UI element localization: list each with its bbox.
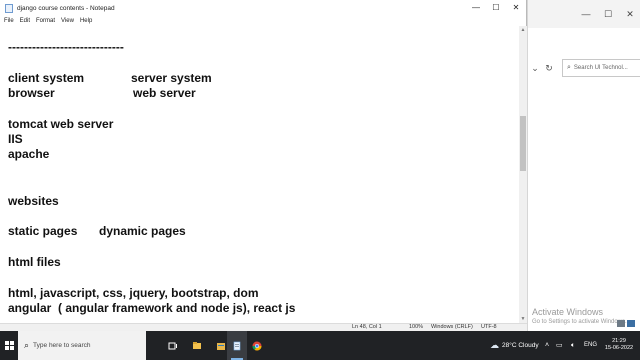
text-line-second-column: dynamic pages [99,224,186,238]
status-bar: Ln 48, Col 1 100% Windows (CRLF) UTF-8 [0,323,527,331]
notepad-icon [5,3,13,13]
notepad-titlebar[interactable]: django course contents - Notepad — ☐ ✕ [0,0,526,16]
text-line: angular ( angular framework and node js)… [8,301,295,316]
text-line-content: websites [8,194,59,208]
cloud-icon: ☁ [490,340,499,350]
encoding: UTF-8 [481,324,497,330]
volume-icon[interactable]: 🔈︎ [571,331,575,360]
menu-edit[interactable]: Edit [20,18,30,24]
cursor-position: Ln 48, Col 1 [352,324,382,330]
vertical-scrollbar[interactable]: ▲ ▼ [519,26,527,323]
text-line: apache [8,147,49,162]
view-mode-icon[interactable] [617,320,625,327]
zoom-level: 100% [409,324,424,330]
refresh-icon[interactable]: ↻ [542,63,556,74]
text-line-content: apache [8,147,50,161]
task-view-button[interactable] [163,331,183,360]
background-minimize-button[interactable]: — [575,9,597,19]
clock-date: 15-06-2022 [604,345,634,351]
text-line-content: tomcat web server [8,117,114,131]
background-search-placeholder: Search UI Technol... [573,65,628,71]
text-line: IIS [8,132,23,147]
text-line-content: browser [8,86,55,100]
maximize-button[interactable]: ☐ [486,0,506,16]
search-icon: ⌕ [567,64,571,71]
text-line: html files [8,255,61,270]
activation-watermark-title: Activate Windows [532,307,604,317]
background-browser-window: — ☐ ✕ ⌄ ↻ ⌕ Search UI Technol... Activat… [527,0,640,331]
view-mode-icon[interactable] [627,320,635,327]
notepad-window: django course contents - Notepad — ☐ ✕ F… [0,0,527,331]
weather-text: 28°C Cloudy [502,342,539,349]
minimize-button[interactable]: — [466,0,486,16]
line-ending: Windows (CRLF) [431,324,473,330]
close-button[interactable]: ✕ [506,0,526,16]
text-line-second-column: web server [133,86,196,100]
text-line-second-column: server system [131,71,212,85]
scrollbar-thumb[interactable] [520,116,526,171]
start-button[interactable] [0,331,18,360]
network-icon[interactable]: ▭ [556,331,563,360]
task-view-icon [168,342,177,349]
text-line-content: html files [8,255,61,269]
activation-watermark: Activate Windows Go to Settings to activ… [532,307,627,325]
file-explorer-icon [217,342,225,350]
text-line: client system server system [8,71,212,86]
search-icon: ⌕ [24,340,30,350]
background-window-titlebar: — ☐ ✕ [528,0,640,28]
background-toolbar: ⌄ ↻ ⌕ Search UI Technol... [528,58,640,78]
background-status-icons [617,320,635,327]
language-indicator[interactable]: ENG [584,331,597,360]
windows-logo-icon [4,341,14,350]
text-line: browser web server [8,86,196,101]
background-close-button[interactable]: ✕ [619,9,640,20]
text-line: websites [8,194,59,209]
taskbar-app-notepad[interactable] [227,331,247,360]
menu-view[interactable]: View [61,18,74,24]
activation-watermark-subtitle: Go to Settings to activate Windows. [532,319,627,325]
taskbar-search-placeholder: Type here to search [33,342,91,349]
taskbar-app-files[interactable] [187,331,207,360]
taskbar: ⌕ Type here to search ☁ 28°C Cloudy ˄ ▭ … [0,331,640,360]
taskbar-app-chrome[interactable] [247,331,267,360]
folder-icon [193,341,201,349]
clock-time: 21:29 [612,338,626,344]
dropdown-chevron-icon[interactable]: ⌄ [528,63,542,74]
text-line-content: static pages [8,224,78,238]
text-line-content: angular ( angular framework and node js)… [8,301,296,315]
background-search-box[interactable]: ⌕ Search UI Technol... [562,59,640,77]
scroll-down-icon[interactable]: ▼ [519,316,527,322]
text-line: tomcat web server [8,117,113,132]
text-line-content: ----------------------------- [8,40,124,54]
text-line: ----------------------------- [8,40,124,55]
chevron-up-icon[interactable]: ˄ [545,331,549,360]
window-title: django course contents - Notepad [17,4,115,12]
text-line-content: html, javascript, css, jquery, bootstrap… [8,286,259,300]
text-editor-area[interactable]: ----------------------------- client syst… [0,26,519,323]
taskbar-search-box[interactable]: ⌕ Type here to search [18,331,146,360]
scroll-up-icon[interactable]: ▲ [519,27,527,33]
text-line: static pages dynamic pages [8,224,186,239]
background-maximize-button[interactable]: ☐ [597,9,619,20]
menu-bar: File Edit Format View Help [0,16,526,26]
chrome-icon [252,341,262,351]
menu-help[interactable]: Help [80,18,92,24]
clock[interactable]: 21:29 15-06-2022 [604,338,634,352]
menu-format[interactable]: Format [36,18,55,24]
text-line-content: IIS [8,132,23,146]
menu-file[interactable]: File [4,18,14,24]
weather-widget[interactable]: ☁ 28°C Cloudy [490,331,539,360]
notepad-icon [233,341,241,350]
text-line-content: client system [8,71,85,85]
text-line: html, javascript, css, jquery, bootstrap… [8,286,259,301]
